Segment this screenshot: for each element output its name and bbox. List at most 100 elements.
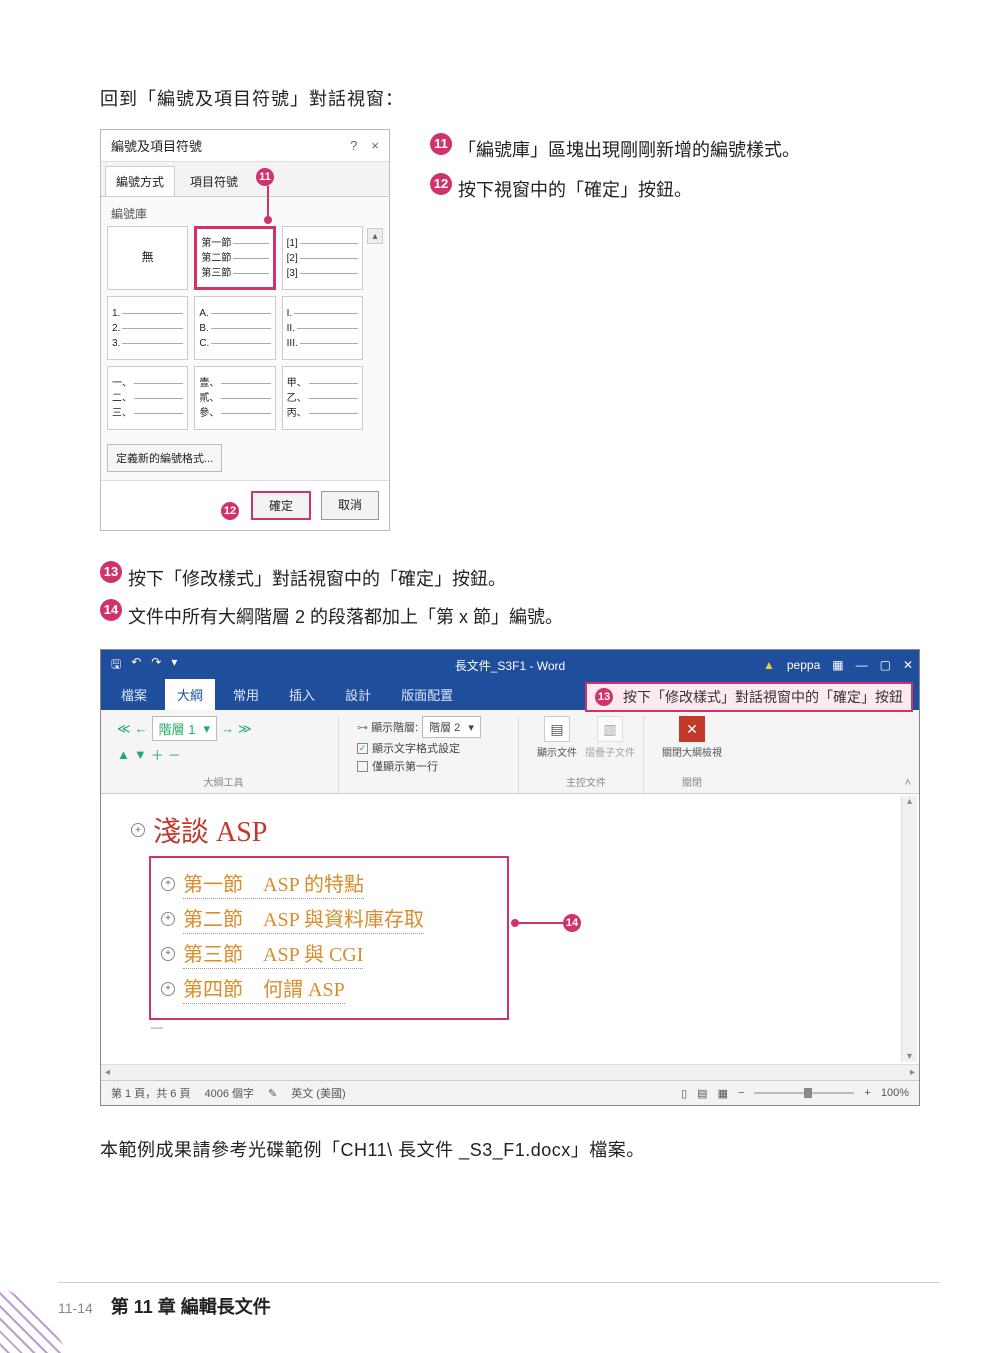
body-text-marker: — — [151, 1020, 895, 1034]
ribbon-options-icon[interactable]: ▦ — [832, 658, 843, 672]
tab-insert[interactable]: 插入 — [277, 679, 327, 710]
chapter-title: 第 11 章 編輯長文件 — [111, 1293, 271, 1319]
collapse-sub-label: 摺疊子文件 — [585, 744, 635, 759]
outline-level-dropdown[interactable]: 階層 1 ▾ — [152, 716, 217, 741]
scroll-up-icon[interactable]: ▴ — [367, 228, 383, 244]
heading-2: 第三節 ASP 與 CGI — [183, 938, 363, 969]
tab-number-format[interactable]: 編號方式 — [105, 166, 175, 196]
move-up-icon[interactable]: ▲ — [117, 747, 130, 762]
style-chinese-formal[interactable]: 壹、 貳、 參、 — [194, 366, 275, 430]
style-arabic[interactable]: 1. 2. 3. — [107, 296, 188, 360]
style-bracket[interactable]: [1] [2] [3] — [282, 226, 363, 290]
show-formatting-checkbox[interactable]: ✓ — [357, 743, 368, 754]
group-outline-tools: 大綱工具 — [117, 770, 330, 789]
library-label: 編號庫 — [101, 197, 389, 226]
qat-dropdown-icon[interactable]: ▾ — [171, 655, 177, 676]
cell-text: II. — [287, 322, 295, 335]
show-level-dropdown[interactable]: 階層 2▾ — [422, 716, 481, 738]
cancel-button[interactable]: 取消 — [321, 491, 379, 520]
expand-node-icon[interactable]: + — [131, 823, 145, 837]
callout-14: 14 — [511, 914, 587, 932]
save-icon[interactable]: 🖫 — [111, 655, 121, 676]
style-section-selected[interactable]: 第一節 第二節 第三節 — [194, 226, 275, 290]
annotation-13-strip: 13 按下「修改樣式」對話視窗中的「確定」按鈕 — [585, 682, 913, 712]
cell-text: C. — [199, 337, 209, 350]
cell-text: 丙、 — [287, 407, 307, 420]
note-11-text: 「編號庫」區塊出現剛剛新增的編號樣式。 — [458, 133, 800, 167]
cell-text: 第二節 — [201, 252, 231, 265]
tab-home[interactable]: 常用 — [221, 679, 271, 710]
collapse-subdocs-button[interactable]: ▥ 摺疊子文件 — [585, 716, 635, 759]
status-page[interactable]: 第 1 頁，共 6 頁 — [111, 1085, 190, 1101]
vertical-scrollbar[interactable]: ▴▾ — [901, 796, 917, 1062]
ribbon: ≪ ← 階層 1 ▾ → ≫ ▲ ▼ ＋ － 大綱工具 — [101, 710, 919, 794]
zoom-in-icon[interactable]: + — [864, 1087, 870, 1099]
cell-text: 第一節 — [201, 237, 231, 250]
step-14-text: 文件中所有大綱階層 2 的段落都加上「第 x 節」編號。 — [128, 599, 563, 635]
badge-14: 14 — [563, 914, 581, 932]
title-bar: 🖫 ↶ ↷ ▾ 長文件_S3F1 - Word ▲ peppa ▦ — ▢ ✕ — [101, 650, 919, 680]
group-close: 關閉 — [662, 770, 722, 789]
zoom-out-icon[interactable]: − — [738, 1087, 744, 1099]
style-none[interactable]: 無 — [107, 226, 188, 290]
cell-text: 2. — [112, 322, 120, 335]
tab-file[interactable]: 檔案 — [109, 679, 159, 710]
promote-icon[interactable]: ← — [135, 721, 148, 736]
show-document-button[interactable]: ▤ 顯示文件 — [537, 716, 577, 759]
show-formatting-label: 顯示文字格式設定 — [372, 740, 460, 756]
tab-design[interactable]: 設計 — [333, 679, 383, 710]
horizontal-scrollbar[interactable]: ◂▸ — [101, 1064, 919, 1080]
help-icon[interactable]: ? — [350, 138, 357, 153]
undo-icon[interactable]: ↶ — [131, 655, 141, 676]
ok-button[interactable]: 確定 — [251, 491, 311, 520]
expand-icon[interactable]: ＋ — [151, 745, 164, 764]
status-bar: 第 1 頁，共 6 頁 4006 個字 ✎ 英文 (美國) ▯ ▤ ▦ − + … — [101, 1080, 919, 1105]
cell-text: 第三節 — [201, 267, 231, 280]
status-word-count[interactable]: 4006 個字 — [204, 1085, 254, 1101]
word-window: 🖫 ↶ ↷ ▾ 長文件_S3F1 - Word ▲ peppa ▦ — ▢ ✕ … — [100, 649, 920, 1106]
collapse-ribbon-icon[interactable]: ˄ — [905, 777, 911, 789]
first-line-only-checkbox[interactable] — [357, 761, 368, 772]
close-outline-button[interactable]: ✕ 關閉大綱檢視 — [662, 716, 722, 759]
expand-node-icon[interactable]: + — [161, 877, 175, 891]
view-print-icon[interactable]: ▤ — [697, 1087, 707, 1100]
style-heavenly-stems[interactable]: 甲、 乙、 丙、 — [282, 366, 363, 430]
cell-text: [1] — [287, 237, 298, 250]
window-close-icon[interactable]: ✕ — [903, 658, 913, 672]
view-web-icon[interactable]: ▦ — [718, 1087, 728, 1100]
badge-13: 13 — [595, 688, 613, 706]
maximize-icon[interactable]: ▢ — [880, 658, 891, 672]
minimize-icon[interactable]: — — [856, 658, 868, 672]
tab-layout[interactable]: 版面配置 — [389, 679, 465, 710]
demote-icon[interactable]: → — [221, 721, 234, 736]
page-footer: 11-14 第 11 章 編輯長文件 — [58, 1282, 940, 1319]
zoom-slider[interactable] — [754, 1092, 854, 1094]
intro-text: 回到「編號及項目符號」對話視窗： — [100, 85, 940, 111]
cell-text: 參、 — [199, 407, 219, 420]
expand-node-icon[interactable]: + — [161, 912, 175, 926]
heading-2: 第二節 ASP 與資料庫存取 — [183, 903, 424, 934]
expand-node-icon[interactable]: + — [161, 947, 175, 961]
heading-1: 淺談 ASP — [153, 810, 267, 850]
style-alpha[interactable]: A. B. C. — [194, 296, 275, 360]
define-new-format-button[interactable]: 定義新的編號格式... — [107, 444, 222, 472]
badge-14: 14 — [100, 599, 122, 621]
view-read-icon[interactable]: ▯ — [681, 1087, 687, 1100]
cell-text: [2] — [287, 252, 298, 265]
promote-top-icon[interactable]: ≪ — [117, 721, 131, 737]
zoom-value[interactable]: 100% — [881, 1087, 909, 1099]
style-roman[interactable]: I. II. III. — [282, 296, 363, 360]
demote-body-icon[interactable]: ≫ — [238, 721, 252, 737]
expand-node-icon[interactable]: + — [161, 982, 175, 996]
tab-bullet[interactable]: 項目符號 — [179, 166, 249, 196]
redo-icon[interactable]: ↷ — [151, 655, 161, 676]
move-down-icon[interactable]: ▼ — [134, 747, 147, 762]
tab-outline[interactable]: 大綱 — [165, 679, 215, 710]
numbering-dialog: 編號及項目符號 ? × 編號方式 項目符號 11 編號庫 ▴ 無 — [100, 129, 390, 531]
style-chinese-num[interactable]: 一、 二、 三、 — [107, 366, 188, 430]
collapse-icon[interactable]: － — [168, 745, 181, 764]
callout-11: 11 — [256, 168, 280, 224]
status-language[interactable]: 英文 (美國) — [291, 1085, 345, 1101]
spellcheck-icon[interactable]: ✎ — [268, 1087, 277, 1100]
close-icon[interactable]: × — [371, 138, 379, 153]
